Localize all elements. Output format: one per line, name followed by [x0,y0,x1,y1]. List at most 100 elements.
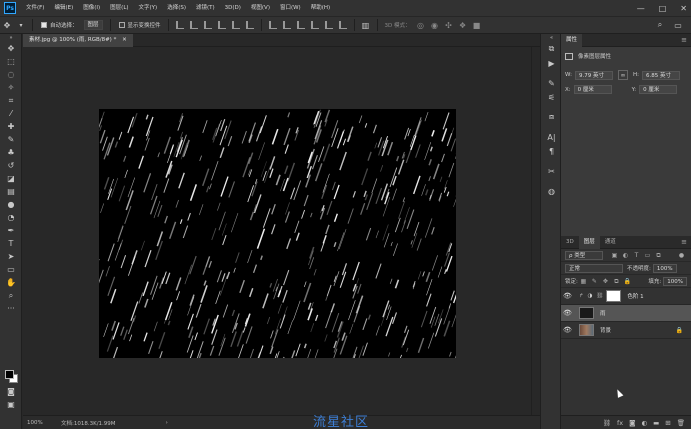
layer-thumbnail[interactable] [579,324,594,336]
distribute-top-icon[interactable] [268,21,277,29]
clone-stamp-tool-icon[interactable]: ♣ [0,146,22,159]
blur-tool-icon[interactable]: ● [0,198,22,211]
align-hcenter-icon[interactable] [189,21,198,29]
fill-field[interactable]: 100% [663,276,687,286]
lock-all-icon[interactable]: 🔒 [624,278,631,285]
distribute-right-icon[interactable] [338,21,347,29]
3d-drag-icon[interactable]: ✣ [444,20,454,30]
layer-mask-thumbnail[interactable] [606,290,622,302]
layer-name[interactable]: 色阶 1 [627,292,643,300]
lock-image-icon[interactable]: ✎ [591,278,598,285]
crop-tool-icon[interactable]: ⌗ [0,94,22,107]
zoom-tool-icon[interactable]: ⌕ [0,289,22,302]
close-tab-icon[interactable]: ✕ [122,37,127,43]
maximize-button[interactable]: □ [659,4,667,13]
layer-name[interactable]: 雨 [600,309,606,317]
menu-file[interactable]: 文件(F) [21,0,49,16]
align-vcenter-icon[interactable] [231,21,240,29]
filter-toggle-icon[interactable]: ● [678,252,685,259]
auto-select-checkbox[interactable] [41,22,47,28]
distribute-vcenter-icon[interactable] [282,21,291,29]
menu-type[interactable]: 文字(Y) [134,0,163,16]
chevron-down-icon[interactable]: ▾ [16,20,26,30]
show-transform-checkbox[interactable] [118,22,125,28]
align-left-icon[interactable] [175,21,184,29]
tab-channels[interactable]: 通道 [600,236,621,249]
auto-select-dropdown[interactable]: 图层 [83,20,103,30]
layer-filter-dropdown[interactable]: ρ 类型 [565,250,603,260]
clone-source-icon[interactable]: ⧈ [541,110,562,124]
hand-tool-icon[interactable]: ✋ [0,276,22,289]
layer-thumbnail[interactable] [579,307,594,319]
lock-artboard-icon[interactable]: ⧉ [613,278,620,285]
foreground-color-swatch[interactable] [5,370,14,379]
path-selection-tool-icon[interactable]: ➤ [0,250,22,263]
menu-filter[interactable]: 滤镜(T) [191,0,220,16]
blend-mode-dropdown[interactable]: 正常 [565,263,623,273]
3d-scale-icon[interactable]: ■ [472,20,482,30]
layer-name[interactable]: 背景 [600,326,611,334]
color-swatches[interactable] [5,370,19,384]
fx-icon[interactable]: fx [617,419,623,427]
brush-presets-icon[interactable]: ⚟ [541,90,562,104]
menu-layer[interactable]: 图层(L) [105,0,133,16]
vertical-scrollbar[interactable] [531,47,540,415]
3d-panel-icon[interactable]: ◍ [541,184,562,198]
menu-help[interactable]: 帮助(H) [306,0,335,16]
add-mask-icon[interactable]: ◙ [629,419,635,427]
distribute-bottom-icon[interactable] [296,21,305,29]
gradient-tool-icon[interactable]: ▤ [0,185,22,198]
move-tool-icon[interactable]: ✥ [0,42,22,55]
filter-pixel-icon[interactable]: ▣ [611,252,618,259]
status-menu-arrow[interactable]: › [166,420,168,426]
brush-tool-icon[interactable]: ✎ [0,133,22,146]
3d-orbit-icon[interactable]: ◎ [416,20,426,30]
dodge-tool-icon[interactable]: ◔ [0,211,22,224]
lock-transparent-icon[interactable]: ▦ [580,278,587,285]
3d-slide-icon[interactable]: ❖ [458,20,468,30]
character-panel-icon[interactable]: A| [541,130,562,144]
filter-type-icon[interactable]: T [633,252,640,259]
healing-brush-tool-icon[interactable]: ✚ [0,120,22,133]
align-top-icon[interactable] [217,21,226,29]
distribute-hcenter-icon[interactable] [324,21,333,29]
menu-3d[interactable]: 3D(D) [220,0,246,16]
layer-row-background[interactable]: 👁 背景 🔒 [561,322,691,339]
eyedropper-tool-icon[interactable]: ⁄ [0,107,22,120]
tab-layers[interactable]: 图层 [578,235,600,249]
tab-properties[interactable]: 属性 [561,33,583,47]
chain-icon[interactable]: ⛓ [596,293,603,299]
new-group-icon[interactable]: ▬ [653,419,659,427]
minimize-button[interactable]: — [637,4,645,13]
layer-row-rain[interactable]: 👁 雨 [561,305,691,322]
menu-select[interactable]: 选择(S) [162,0,191,16]
new-adjustment-icon[interactable]: ◐ [641,419,647,427]
document-tab[interactable]: 素材.jpg @ 100% (雨, RGB/8#) * ✕ [23,34,133,47]
paragraph-panel-icon[interactable]: ¶ [541,144,562,158]
filter-shape-icon[interactable]: ▭ [644,252,651,259]
quick-mask-icon[interactable]: ◙ [0,385,22,398]
eraser-tool-icon[interactable]: ◪ [0,172,22,185]
brush-panel-icon[interactable]: ✎ [541,76,562,90]
marquee-tool-icon[interactable]: ⬚ [0,55,22,68]
menu-image[interactable]: 图像(I) [78,0,105,16]
menu-edit[interactable]: 编辑(E) [49,0,78,16]
move-tool-icon[interactable]: ✥ [2,20,12,30]
align-bottom-icon[interactable] [245,21,254,29]
more-tools-icon[interactable]: ··· [0,302,22,315]
trash-icon[interactable]: 🗑 [677,419,685,427]
opacity-field[interactable]: 100% [652,263,677,273]
type-tool-icon[interactable]: T [0,237,22,250]
search-icon[interactable]: ⌕ [655,20,665,30]
tab-3d[interactable]: 3D [561,236,579,249]
zoom-level[interactable]: 100% [23,420,53,426]
visibility-eye-icon[interactable]: 👁 [561,326,574,334]
tool-presets-icon[interactable]: ✂ [541,164,562,178]
magic-wand-tool-icon[interactable]: ✧ [0,81,22,94]
lock-position-icon[interactable]: ✥ [602,278,609,285]
menu-window[interactable]: 窗口(W) [275,0,306,16]
rain-image-canvas[interactable] [99,109,456,358]
filter-adjustment-icon[interactable]: ◐ [622,252,629,259]
link-layers-icon[interactable]: ⛓ [603,419,611,427]
actions-panel-icon[interactable]: ▶ [541,56,562,70]
